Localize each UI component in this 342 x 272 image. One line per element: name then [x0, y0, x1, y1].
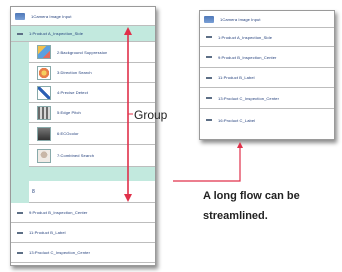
streamline-arrow [173, 142, 243, 182]
flow-row[interactable]: 3:Direction Search [29, 63, 155, 83]
branch-icon [17, 32, 23, 35]
flow-row[interactable]: 11:Product B_Label [11, 223, 155, 243]
precise-detect-icon [37, 85, 51, 100]
flow-row[interactable]: 11:Product B_Label [200, 68, 334, 88]
flow-row[interactable]: 9:Product B_Inspection_Center [11, 203, 155, 223]
flow-row[interactable]: 16:Product C_Label [200, 109, 334, 131]
branch-icon [206, 76, 212, 79]
flow-row[interactable]: 6:ECOcolor [29, 123, 155, 145]
flow-row[interactable]: 1:Product A_Inspection_Side [11, 26, 155, 42]
branch-icon [17, 211, 23, 214]
branch-icon [206, 36, 212, 38]
flow-row[interactable]: 2:Background Suppression [29, 42, 155, 63]
branch-icon [206, 119, 212, 121]
flow-row[interactable]: 4:Precise Detect [29, 83, 155, 103]
flow-row[interactable]: 7:Combined Search [29, 145, 155, 167]
caption-line-1: A long flow can be [203, 190, 300, 202]
flow-row[interactable]: 8 [29, 181, 155, 203]
branch-icon [206, 56, 212, 58]
branch-icon [17, 231, 23, 234]
camera-icon [204, 15, 214, 23]
flow-row[interactable]: 13:Product C_Inspection_Center [200, 88, 334, 109]
combined-search-icon [37, 148, 51, 163]
background-suppression-icon [37, 45, 51, 59]
flow-row[interactable]: 1Camera Image Input [200, 11, 334, 28]
flow-row[interactable]: 9:Product B_Inspection_Center [200, 47, 334, 68]
flow-row[interactable]: 13:Product C_Inspection_Center [11, 243, 155, 263]
flow-row[interactable]: 1:Product A_Inspection_Side [200, 28, 334, 47]
edge-pitch-icon [37, 105, 51, 120]
branch-icon [206, 97, 212, 99]
right-flow-panel: 1Camera Image Input 1:Product A_Inspecti… [199, 10, 335, 140]
left-flow-panel: 1Camera Image Input 1:Product A_Inspecti… [10, 6, 156, 266]
ecocolor-icon [37, 126, 51, 141]
direction-search-icon [37, 65, 51, 80]
caption-line-2: streamlined. [203, 210, 268, 222]
flow-row[interactable]: 1Camera Image Input [11, 7, 155, 26]
group-label: Group [134, 108, 168, 122]
camera-icon [15, 12, 25, 20]
branch-icon [17, 251, 23, 254]
